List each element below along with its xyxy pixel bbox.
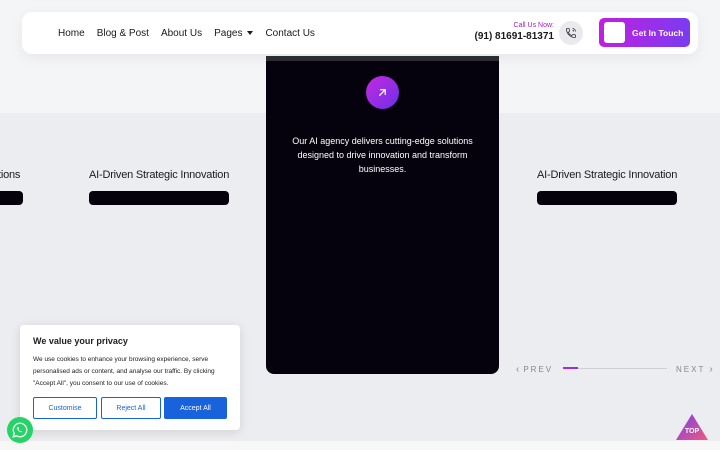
whatsapp-button[interactable]	[7, 417, 33, 443]
top-label: TOP	[684, 428, 700, 435]
call-info: Call Us Now: (91) 81691-81371	[474, 22, 554, 42]
main-nav: Home Blog & Post About Us Pages Contact …	[58, 12, 315, 54]
card-description: Our AI agency delivers cutting-edge solu…	[292, 136, 473, 174]
get-in-touch-button[interactable]: Get In Touch	[599, 18, 690, 47]
triangle-up-icon	[676, 414, 708, 440]
card-arrow-button[interactable]	[366, 76, 399, 109]
phone-number[interactable]: (91) 81691-81371	[474, 31, 554, 42]
phone-button[interactable]	[559, 21, 583, 45]
slide-bar	[89, 191, 229, 205]
next-button[interactable]: NEXT ›	[676, 364, 713, 375]
nav-about-us[interactable]: About Us	[161, 28, 202, 39]
left-slide-title: tions	[0, 169, 21, 181]
customise-button[interactable]: Customise	[33, 397, 97, 419]
cta-label: Get In Touch	[632, 27, 684, 38]
chevron-down-icon	[247, 31, 254, 35]
whatsapp-icon	[12, 422, 28, 438]
site-header: Home Blog & Post About Us Pages Contact …	[22, 12, 698, 54]
reject-all-button[interactable]: Reject All	[101, 397, 161, 419]
nav-contact-us[interactable]: Contact Us	[265, 28, 314, 39]
chevron-right-icon: ›	[709, 364, 713, 375]
prev-label: PREV	[523, 365, 554, 374]
card-top-strip	[266, 56, 499, 61]
cta-icon-box	[604, 22, 625, 43]
cookie-title: We value your privacy	[33, 336, 128, 346]
prev-button[interactable]: ‹ PREV	[516, 364, 553, 375]
cookie-consent-banner: We value your privacy We use cookies to …	[20, 325, 240, 430]
slide-title[interactable]: AI-Driven Strategic Innovation	[89, 169, 229, 181]
left-slide-bar	[0, 191, 23, 205]
next-label: NEXT	[676, 365, 706, 374]
right-slide-title[interactable]: AI-Driven Strategic Innovation	[537, 169, 677, 181]
call-label: Call Us Now:	[513, 22, 554, 29]
cookie-text: We use cookies to enhance your browsing …	[33, 356, 215, 387]
arrow-up-right-icon	[379, 89, 386, 96]
slider-progress-fill	[563, 367, 578, 369]
right-slide-bar	[537, 191, 677, 205]
nav-pages[interactable]: Pages	[214, 27, 254, 39]
scroll-to-top-button[interactable]: TOP	[674, 412, 710, 442]
nav-blog-post[interactable]: Blog & Post	[97, 28, 149, 39]
featured-service-card[interactable]: Our AI agency delivers cutting-edge solu…	[266, 56, 499, 374]
chevron-left-icon: ‹	[516, 364, 520, 375]
slider-progress-track	[563, 367, 667, 369]
phone-icon	[566, 28, 576, 38]
accept-all-button[interactable]: Accept All	[164, 397, 227, 419]
nav-pages-label: Pages	[214, 27, 243, 39]
nav-home[interactable]: Home	[58, 28, 85, 39]
footer-strip	[0, 441, 720, 450]
